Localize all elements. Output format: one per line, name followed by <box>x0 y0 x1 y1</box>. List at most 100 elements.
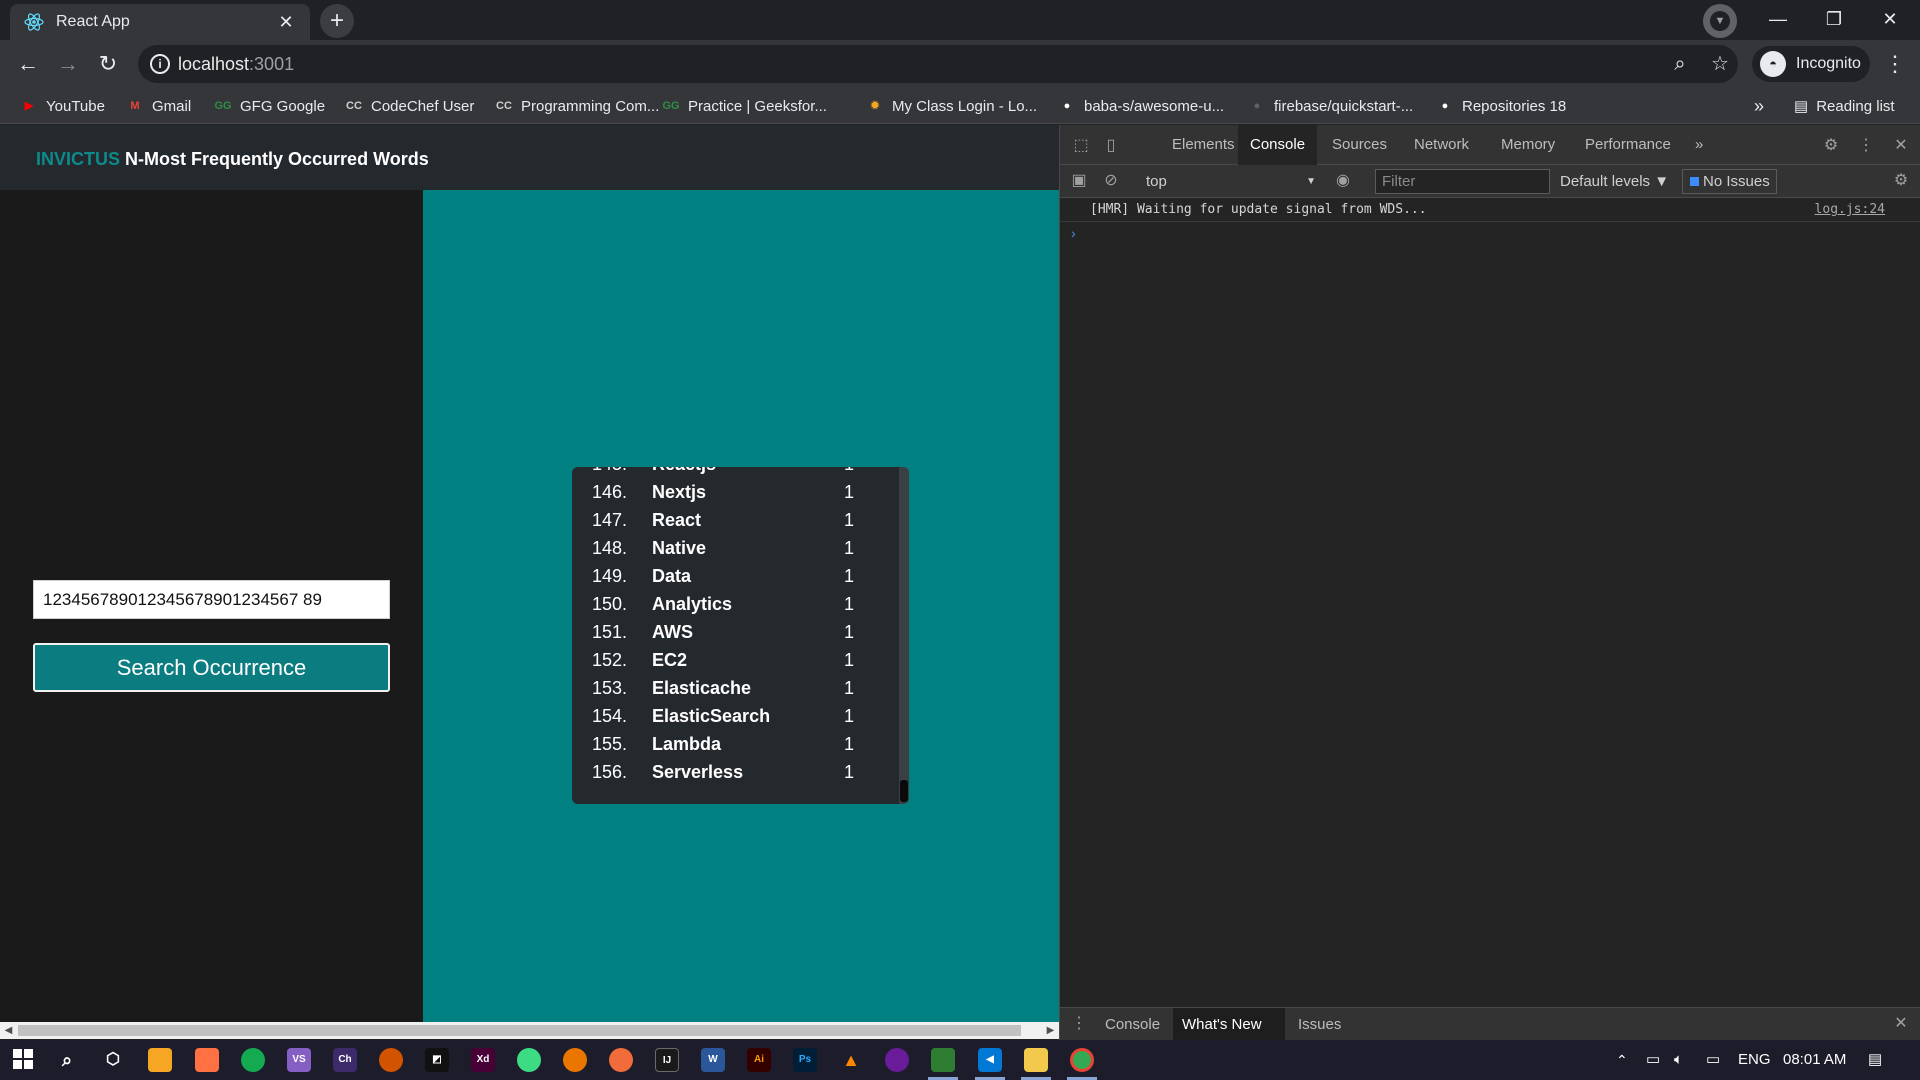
tab-console[interactable]: Console <box>1238 125 1318 165</box>
illustrator-icon[interactable]: Ai <box>747 1048 771 1072</box>
console-filter-input[interactable]: Filter <box>1375 169 1550 194</box>
results-list[interactable]: 156. Serverless 1 155. Lambda 1 154. ElasticSea… <box>572 467 909 804</box>
bookmark-item[interactable]: M Gmail <box>126 94 191 118</box>
console-source-link[interactable]: log.js:24 <box>1815 202 1885 217</box>
language-indicator[interactable]: ENG <box>1738 1040 1771 1080</box>
context-selector[interactable]: top ▼ <box>1146 171 1316 193</box>
visual-studio-icon[interactable]: VS <box>287 1048 311 1072</box>
character-animator-icon[interactable]: Ch <box>333 1048 357 1072</box>
bookmarks-overflow-icon[interactable]: » <box>1754 94 1764 118</box>
inspect-element-icon[interactable]: ⬚ <box>1070 135 1092 157</box>
close-tab-icon[interactable]: ✕ <box>276 12 296 33</box>
postman-icon[interactable] <box>609 1048 633 1072</box>
devtools-drawer-bar: ⋮ Console What's New ✕ Issues ✕ <box>1060 1007 1920 1065</box>
photoshop-icon[interactable]: Ps <box>793 1048 817 1072</box>
network-icon[interactable]: ▭ <box>1706 1040 1720 1080</box>
bookmark-item[interactable]: ● firebase/quickstart-... <box>1248 94 1414 118</box>
vscode-icon[interactable]: ◀ <box>978 1048 1002 1072</box>
word-count-input[interactable] <box>33 580 390 619</box>
url-text[interactable]: localhost:3001 <box>178 54 294 75</box>
drawer-menu-icon[interactable]: ⋮ <box>1068 1013 1090 1035</box>
bookmark-item[interactable]: GG Practice | Geeksfor... <box>662 94 827 118</box>
new-tab-button[interactable]: + <box>320 4 354 38</box>
reading-list-button[interactable]: ▤ Reading list <box>1794 94 1895 118</box>
scroll-right-icon[interactable]: ▶ <box>1042 1022 1059 1039</box>
bookmark-item[interactable]: ▶ YouTube <box>20 94 105 118</box>
tab-performance[interactable]: Performance <box>1573 125 1683 165</box>
file-explorer-icon[interactable] <box>1024 1048 1048 1072</box>
blender-icon[interactable] <box>563 1048 587 1072</box>
live-expression-eye-icon[interactable]: ◉ <box>1332 170 1354 192</box>
clear-console-icon[interactable]: ⊘ <box>1100 170 1122 192</box>
sidebar-toggle-icon[interactable]: ▣ <box>1068 170 1090 192</box>
app-icon[interactable]: ◩ <box>425 1048 449 1072</box>
3d-box-icon[interactable]: ⬡ <box>101 1048 125 1072</box>
window-close-icon[interactable]: ✕ <box>1862 0 1918 40</box>
tab-sources[interactable]: Sources <box>1320 125 1399 165</box>
browser-tab-react-app[interactable]: React App ✕ <box>10 4 310 40</box>
bookmark-item[interactable]: ● Repositories 18 <box>1436 94 1567 118</box>
volume-icon[interactable]: 🔈︎ <box>1674 1040 1683 1080</box>
app-icon[interactable] <box>379 1048 403 1072</box>
console-settings-gear-icon[interactable]: ⚙ <box>1890 170 1912 192</box>
search-icon[interactable]: ⌕ <box>55 1048 79 1072</box>
bookmark-item[interactable]: GG GFG Google <box>214 94 325 118</box>
bookmark-item[interactable]: CC CodeChef User <box>345 94 474 118</box>
app-icon[interactable] <box>885 1048 909 1072</box>
scroll-left-icon[interactable]: ◀ <box>0 1022 17 1039</box>
results-scrollbar[interactable] <box>899 467 909 804</box>
site-info-icon[interactable]: i <box>150 54 170 74</box>
tab-network[interactable]: Network <box>1402 125 1481 165</box>
tab-search-button[interactable]: ▼ <box>1703 4 1737 38</box>
device-toolbar-icon[interactable]: ▯ <box>1100 135 1122 157</box>
issues-button[interactable]: No Issues <box>1682 169 1777 194</box>
android-studio-icon[interactable] <box>517 1048 541 1072</box>
horizontal-scrollbar-thumb[interactable] <box>18 1025 1021 1036</box>
adobe-xd-icon[interactable]: Xd <box>471 1048 495 1072</box>
result-count: 1 <box>844 594 855 614</box>
notification-center-icon[interactable]: ▤ <box>1868 1040 1882 1080</box>
results-scrollbar-thumb[interactable] <box>900 780 908 802</box>
app-icon[interactable] <box>195 1048 219 1072</box>
log-levels-dropdown[interactable]: Default levels ▼ <box>1560 171 1669 193</box>
tab-memory[interactable]: Memory <box>1489 125 1567 165</box>
drawer-tab-console[interactable]: Console <box>1096 1008 1169 1041</box>
profile-incognito-button[interactable]: ◓ Incognito <box>1752 46 1870 82</box>
intellij-icon[interactable]: IJ <box>655 1048 679 1072</box>
back-arrow-icon[interactable]: ← <box>14 50 42 78</box>
bookmark-star-icon[interactable]: ☆ <box>1708 52 1732 76</box>
restore-icon[interactable]: ❐ <box>1806 0 1862 40</box>
close-devtools-icon[interactable]: ✕ <box>1890 135 1912 157</box>
more-tabs-icon[interactable]: » <box>1683 125 1715 165</box>
bookmark-item[interactable]: CC Programming Com... <box>495 94 659 118</box>
bookmark-item[interactable]: ✹ My Class Login - Lo... <box>866 94 1037 118</box>
bookmark-label: Repositories 18 <box>1462 97 1567 115</box>
console-prompt[interactable]: › <box>1071 225 1076 241</box>
devtools-menu-icon[interactable]: ⋮ <box>1855 135 1877 157</box>
chevron-up-icon[interactable]: ⌃ <box>1616 1040 1628 1080</box>
app-icon[interactable] <box>148 1048 172 1072</box>
drawer-tab-whats-new[interactable]: What's New ✕ <box>1173 1008 1285 1065</box>
word-icon[interactable]: W <box>701 1048 725 1072</box>
drawer-tab-issues[interactable]: Issues <box>1289 1008 1350 1041</box>
horizontal-scrollbar[interactable]: ◀ ▶ <box>0 1022 1059 1039</box>
browser-menu-icon[interactable]: ⋮ <box>1884 50 1906 78</box>
settings-gear-icon[interactable]: ⚙ <box>1820 135 1842 157</box>
vlc-icon[interactable]: ▲ <box>839 1048 863 1072</box>
reload-icon[interactable]: ↻ <box>94 50 122 78</box>
bookmark-item[interactable]: ● baba-s/awesome-u... <box>1058 94 1224 118</box>
forward-arrow-icon[interactable]: → <box>54 50 82 78</box>
search-occurrence-button[interactable]: Search Occurrence <box>33 643 390 692</box>
battery-icon[interactable]: ▭ <box>1646 1040 1660 1080</box>
close-drawer-icon[interactable]: ✕ <box>1890 1013 1912 1035</box>
windows-start-icon[interactable] <box>11 1048 35 1072</box>
zoom-icon[interactable]: ⌕ <box>1668 52 1692 76</box>
notepad-plus-icon[interactable] <box>931 1048 955 1072</box>
clock[interactable]: 08:01 AM <box>1783 1040 1846 1080</box>
chrome-icon[interactable] <box>1070 1048 1094 1072</box>
result-index: 154. <box>592 706 628 726</box>
minimize-icon[interactable]: — <box>1750 0 1806 40</box>
tab-elements[interactable]: Elements <box>1160 125 1247 165</box>
address-bar[interactable]: i localhost:3001 ⌕ ☆ <box>138 45 1738 83</box>
mongodb-icon[interactable] <box>241 1048 265 1072</box>
